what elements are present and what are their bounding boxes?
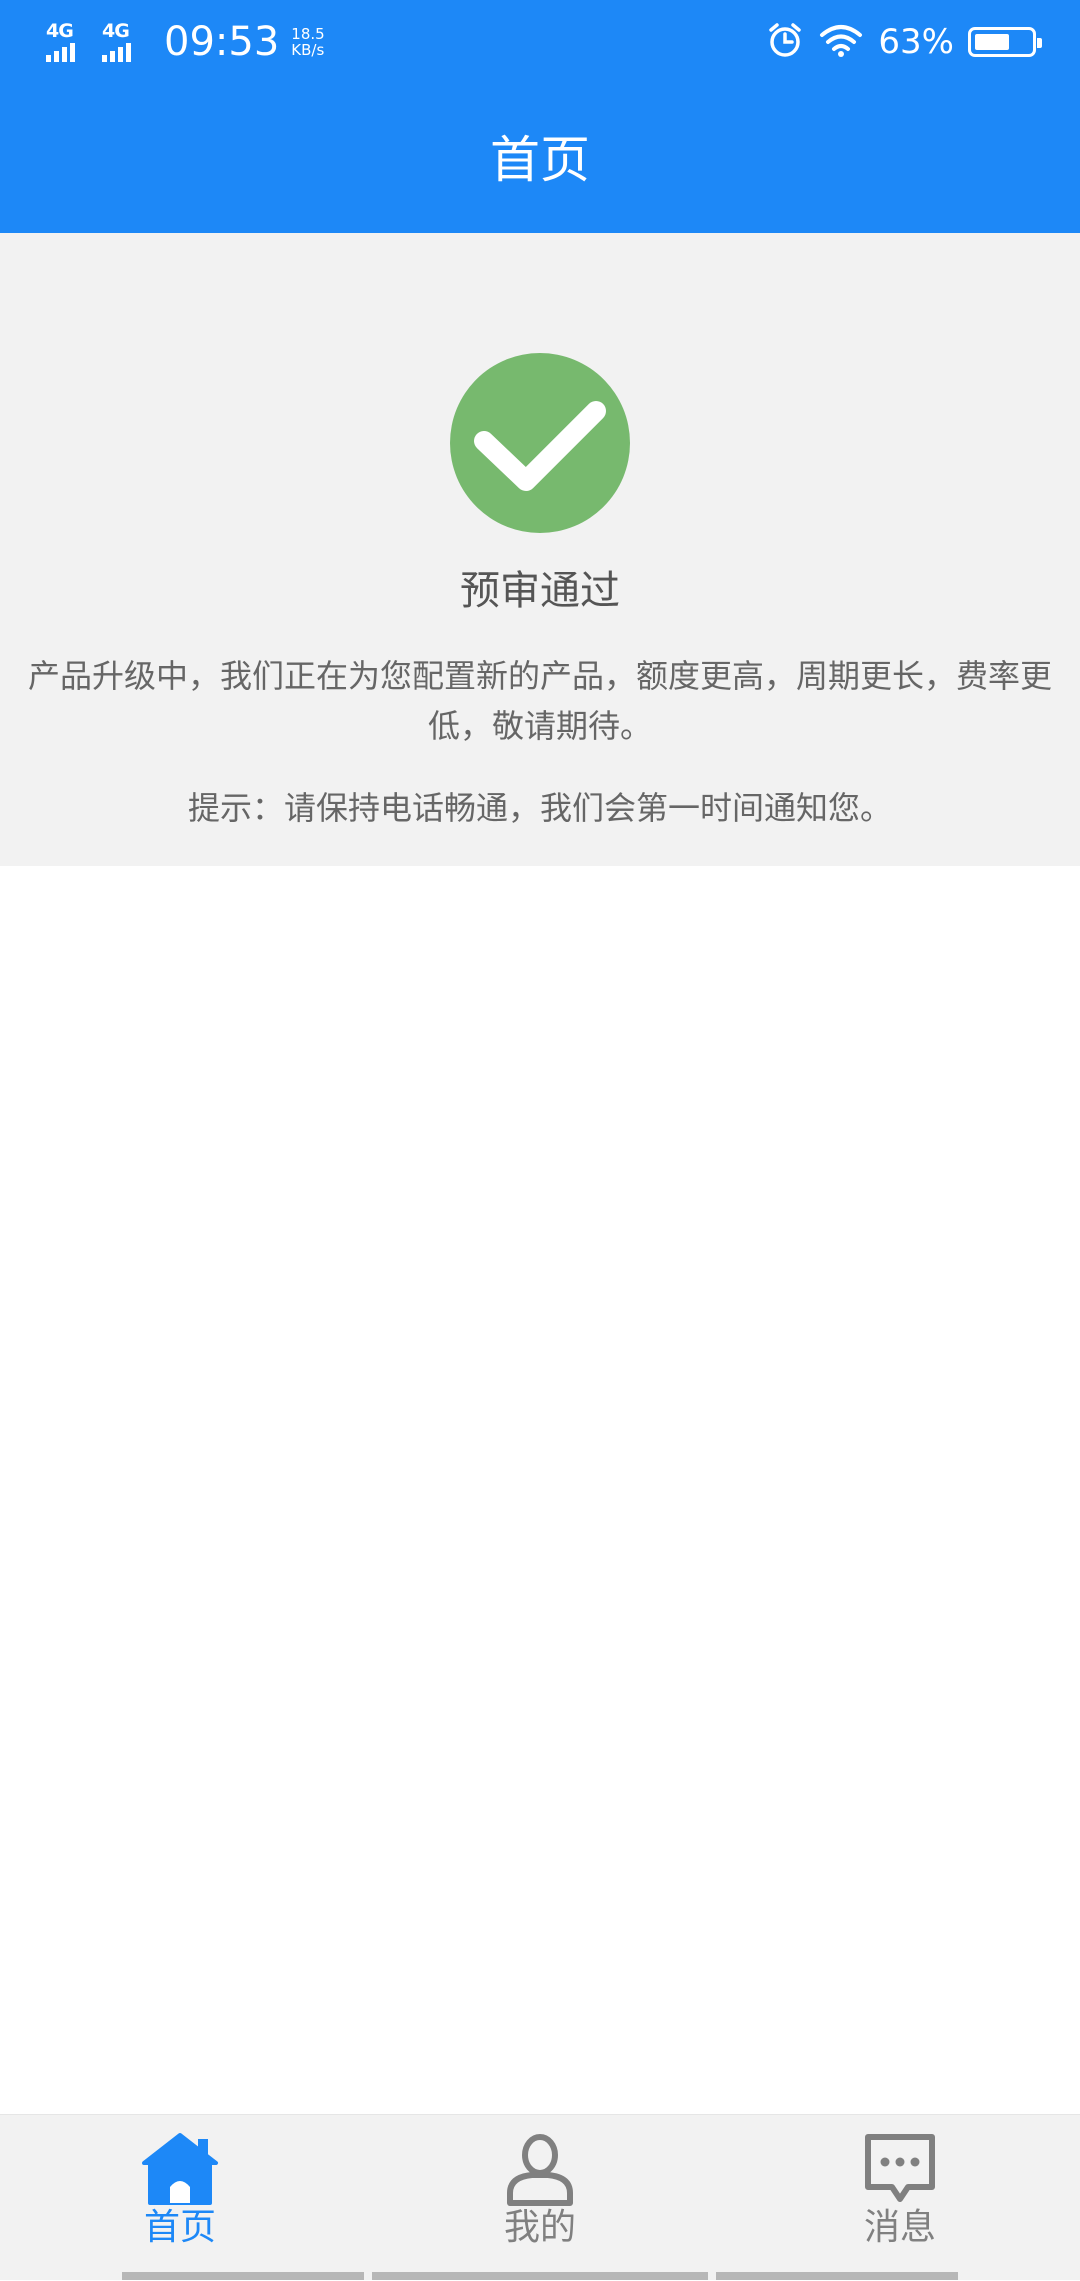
network-speed-value: 18.5 (291, 25, 325, 43)
status-tip: 提示：请保持电话畅通，我们会第一时间通知您。 (187, 789, 892, 827)
nav-label-messages: 消息 (863, 2207, 936, 2248)
check-circle-icon (450, 353, 630, 533)
nav-item-me[interactable]: 我的 (440, 2115, 640, 2281)
network-speed: 18.5 KB/s (291, 26, 324, 58)
alarm-icon (766, 21, 804, 63)
wifi-icon (818, 23, 864, 61)
network-type-label: 4G (46, 20, 74, 42)
network-type-label: 4G (102, 20, 130, 42)
bottom-nav: 首页 我的 消息 (0, 2114, 1080, 2280)
user-icon (502, 2131, 578, 2211)
nav-item-home[interactable]: 首页 (80, 2115, 280, 2281)
page-title: 首页 (490, 131, 590, 189)
status-right: 63% (766, 18, 1042, 66)
cellular-signal-icon: 4G (102, 20, 150, 64)
network-speed-unit: KB/s (291, 41, 325, 59)
status-title: 预审通过 (460, 568, 620, 614)
nav-indicator (716, 2272, 958, 2280)
home-icon (140, 2131, 220, 2211)
status-panel: 预审通过 产品升级中，我们正在为您配置新的产品，额度更高，周期更长，费率更低，敬… (0, 233, 1080, 866)
battery-icon (968, 27, 1042, 57)
battery-percent: 63% (878, 22, 954, 62)
app-header: 4G 4G 09:53 18.5 KB/s 63% 首页 (0, 0, 1080, 233)
nav-indicator (372, 2272, 708, 2280)
nav-item-messages[interactable]: 消息 (800, 2115, 1000, 2281)
cellular-signal-icon: 4G (46, 20, 94, 64)
nav-label-home: 首页 (143, 2207, 216, 2248)
status-description: 产品升级中，我们正在为您配置新的产品，额度更高，周期更长，费率更低，敬请期待。 (27, 657, 1052, 745)
nav-indicator (122, 2272, 364, 2280)
status-bar: 4G 4G 09:53 18.5 KB/s 63% (0, 0, 1080, 84)
nav-label-me: 我的 (503, 2207, 576, 2248)
clock: 09:53 (164, 19, 280, 65)
status-left: 4G 4G 09:53 18.5 KB/s (46, 18, 325, 66)
battery-level-fill (975, 34, 1009, 50)
message-icon (862, 2131, 938, 2211)
